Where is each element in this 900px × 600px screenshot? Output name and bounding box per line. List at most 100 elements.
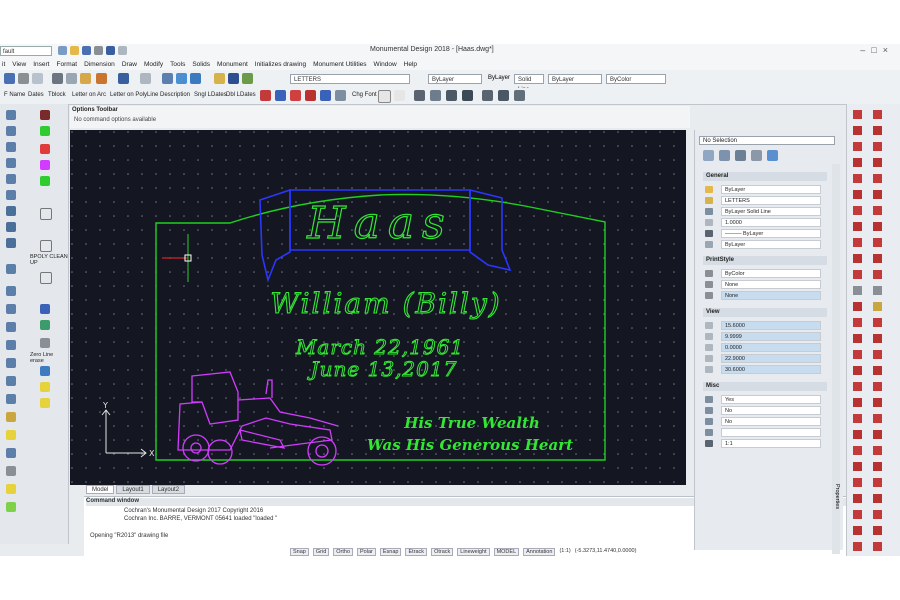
point-tool-icon[interactable]	[853, 350, 862, 359]
zoom-icon[interactable]	[176, 73, 187, 84]
donut-tool-icon[interactable]	[853, 366, 862, 375]
menu-item-monument[interactable]: Monument	[217, 61, 248, 68]
menu-item-dimension[interactable]: Dimension	[84, 61, 115, 68]
window-controls[interactable]: –□×	[860, 45, 894, 55]
align-tool-icon[interactable]	[853, 446, 862, 455]
font-icon[interactable]	[378, 90, 391, 103]
otrack-toggle[interactable]: Otrack	[431, 548, 454, 556]
command-prompt[interactable]: Opening "R2013" drawing file	[90, 533, 168, 539]
sun-tool-icon[interactable]	[873, 526, 882, 535]
prop-print-attached[interactable]: None	[703, 291, 827, 300]
cut-icon[interactable]	[52, 73, 63, 84]
cylinder-tool-icon[interactable]	[873, 542, 882, 551]
offset-tool-icon[interactable]	[853, 238, 862, 247]
tab-layout1[interactable]: Layout1	[116, 485, 150, 494]
menu-item-tools[interactable]: Tools	[170, 61, 185, 68]
render-tool-icon[interactable]	[853, 494, 862, 503]
spline-tool-icon[interactable]	[873, 190, 882, 199]
palette-icon[interactable]	[6, 484, 16, 494]
text-tool-icon[interactable]	[873, 350, 882, 359]
array-tool-icon[interactable]	[873, 238, 882, 247]
match-properties-icon[interactable]	[96, 73, 107, 84]
settings-icon[interactable]	[751, 150, 762, 161]
prop-annotation-scale[interactable]: 1:1	[703, 439, 827, 448]
extend-tool-icon[interactable]	[853, 206, 862, 215]
palette-icon[interactable]	[6, 238, 16, 248]
printstyle-section[interactable]: PrintStyle	[703, 256, 827, 265]
tblock-button[interactable]: Tblock	[48, 92, 66, 98]
palette-icon[interactable]	[6, 502, 16, 512]
zero-line-erase-label[interactable]: Zero Line erase	[30, 352, 68, 364]
palette-icon[interactable]	[6, 142, 16, 152]
redo-icon[interactable]	[118, 46, 127, 55]
print-icon[interactable]	[18, 73, 29, 84]
prop-ucs-viewport[interactable]: No	[703, 417, 827, 426]
palette-icon[interactable]	[6, 264, 16, 274]
mirror-tool-icon[interactable]	[873, 222, 882, 231]
palette-icon[interactable]	[6, 286, 16, 296]
revcloud-tool-icon[interactable]	[853, 382, 862, 391]
helix-tool-icon[interactable]	[873, 382, 882, 391]
copy-icon[interactable]	[66, 73, 77, 84]
menu-item-monument-utilities[interactable]: Monument Utilities	[313, 61, 366, 68]
lineweight-combo[interactable]: ByLayer	[548, 74, 602, 84]
move-icon[interactable]	[275, 90, 286, 101]
image-icon[interactable]	[430, 90, 441, 101]
etrack-toggle[interactable]: Etrack	[405, 548, 428, 556]
refresh-icon[interactable]	[40, 366, 50, 376]
xline-tool-icon[interactable]	[873, 398, 882, 407]
properties-icon[interactable]	[228, 73, 239, 84]
rotate-tool-icon[interactable]	[873, 254, 882, 263]
palette-icon[interactable]	[6, 222, 16, 232]
erase-icon[interactable]	[40, 338, 50, 348]
ellipse-tool-icon[interactable]	[873, 174, 882, 183]
palette-icon[interactable]	[6, 376, 16, 386]
help-icon[interactable]	[767, 150, 778, 161]
view-section[interactable]: View	[703, 308, 827, 317]
yellow-icon[interactable]	[40, 398, 50, 408]
arc-tool-icon[interactable]	[853, 174, 862, 183]
save-icon[interactable]	[4, 73, 15, 84]
align-icon[interactable]	[320, 90, 331, 101]
hexagon-tool-icon[interactable]	[873, 158, 882, 167]
erase-tool-icon[interactable]	[853, 334, 862, 343]
palette-icon[interactable]	[6, 304, 16, 314]
plotstyle-combo[interactable]: ByColor	[606, 74, 666, 84]
palette-icon[interactable]	[6, 174, 16, 184]
letter-on-polyline-button[interactable]: Letter on PolyLine	[110, 92, 158, 98]
undo-icon[interactable]	[118, 73, 129, 84]
paste-icon[interactable]	[80, 73, 91, 84]
workspace-combo[interactable]: fault	[0, 46, 52, 56]
red-swatch-icon[interactable]	[40, 144, 50, 154]
line-tool-icon[interactable]	[40, 320, 50, 330]
prop-lineweight[interactable]: ——— ByLayer	[703, 229, 827, 238]
spacing-icon[interactable]	[335, 90, 346, 101]
prop-center-y[interactable]: 9.9999	[703, 332, 827, 341]
design-center-icon[interactable]	[242, 73, 253, 84]
underline-icon[interactable]	[394, 90, 405, 101]
palette-icon[interactable]	[6, 412, 16, 422]
new-icon[interactable]	[58, 46, 67, 55]
palette-icon[interactable]	[6, 340, 16, 350]
model-toggle[interactable]: MODEL	[493, 548, 520, 556]
prop-plotstyle[interactable]: ByLayer	[703, 240, 827, 249]
menu-item-initializes-drawing[interactable]: Initializes drawing	[255, 61, 306, 68]
menu-item-edit[interactable]: it	[2, 61, 5, 68]
hatchedit-tool-icon[interactable]	[873, 462, 882, 471]
explode-tool-icon[interactable]	[853, 318, 862, 327]
prop-color[interactable]: ByLayer	[703, 185, 827, 194]
break-tool-icon[interactable]	[853, 302, 862, 311]
wipeout-tool-icon[interactable]	[873, 366, 882, 375]
palette-icon[interactable]	[6, 110, 16, 120]
image-icon[interactable]	[462, 90, 473, 101]
palette-icon[interactable]	[6, 206, 16, 216]
palette-icon[interactable]	[6, 158, 16, 168]
palette-icon[interactable]	[6, 126, 16, 136]
divide-tool-icon[interactable]	[873, 414, 882, 423]
layer-icon[interactable]	[214, 73, 225, 84]
palette-icon[interactable]	[6, 190, 16, 200]
pan-icon[interactable]	[162, 73, 173, 84]
3d-tool-icon[interactable]	[853, 478, 862, 487]
copy-tool-icon[interactable]	[853, 222, 862, 231]
f-name-button[interactable]: F Name	[4, 92, 25, 98]
